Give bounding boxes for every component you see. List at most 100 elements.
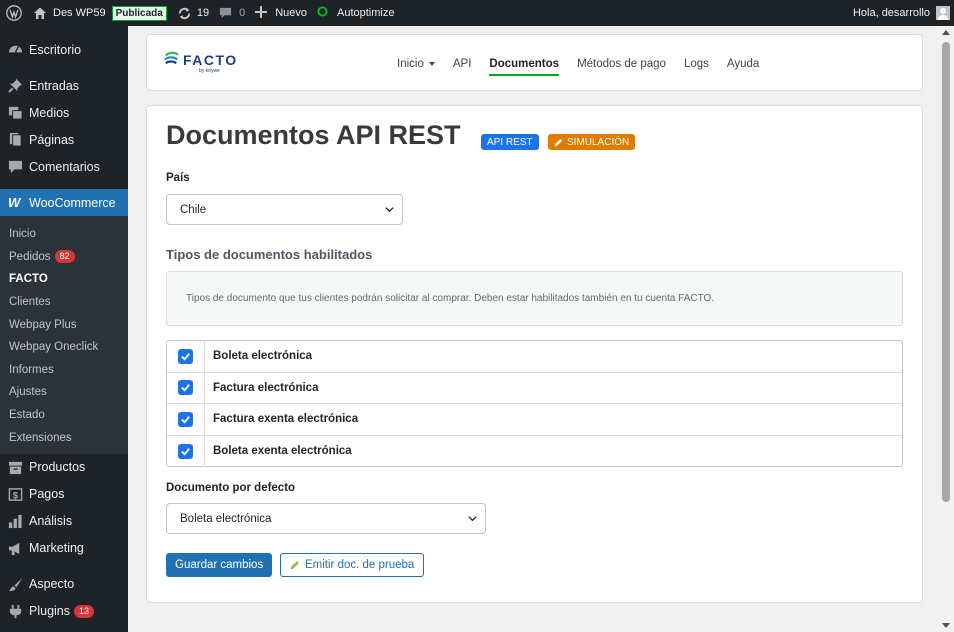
tab-inicio[interactable]: Inicio <box>388 35 444 92</box>
submenu-pedidos[interactable]: Pedidos 82 <box>0 246 128 269</box>
pais-select[interactable]: Chile <box>166 194 403 225</box>
submenu-estado[interactable]: Estado <box>0 404 128 427</box>
menu-comentarios[interactable]: Comentarios <box>0 153 128 180</box>
menu-entradas[interactable]: Entradas <box>0 72 128 99</box>
autoptimize-link[interactable]: Autoptimize <box>312 0 399 26</box>
user-account-link[interactable]: Hola, desarrollo <box>853 0 950 26</box>
new-label: Nuevo <box>275 7 307 19</box>
submenu-clientes[interactable]: Clientes <box>0 291 128 314</box>
plus-icon <box>255 5 270 21</box>
updates-icon <box>177 6 192 21</box>
logo-text: FACTO <box>183 51 238 68</box>
comments-link[interactable]: 0 <box>214 0 250 26</box>
svg-text:$: $ <box>12 490 18 500</box>
archive-icon <box>7 459 23 475</box>
page-title: Documentos API REST <box>166 120 461 150</box>
submenu-webpay-plus[interactable]: Webpay Plus <box>0 313 128 336</box>
svg-text:W: W <box>8 195 22 210</box>
pais-label: País <box>166 172 190 184</box>
save-button[interactable]: Guardar cambios <box>166 553 273 577</box>
site-name-link[interactable]: Des WP59 Publicada <box>28 0 172 26</box>
facto-navbar: FACTO by koywe Inicio API Documentos Mét… <box>146 34 923 91</box>
test-document-button[interactable]: Emitir doc. de prueba <box>280 553 425 577</box>
autoptimize-label: Autoptimize <box>337 7 395 19</box>
submenu-informes[interactable]: Informes <box>0 359 128 382</box>
document-label: Factura electrónica <box>213 381 319 394</box>
chevron-down-icon <box>468 516 477 522</box>
admin-sidebar: Escritorio Entradas Medios Páginas Comen… <box>0 26 128 632</box>
menu-productos[interactable]: Productos <box>0 454 128 481</box>
megaphone-icon <box>7 540 23 556</box>
list-item: Boleta exenta electrónica <box>167 435 902 467</box>
avatar <box>936 6 950 20</box>
home-icon <box>33 6 48 21</box>
menu-plugins[interactable]: Plugins 13 <box>0 598 128 625</box>
section-title: Tipos de documentos habilitados <box>166 247 373 262</box>
tab-logs[interactable]: Logs <box>675 35 718 92</box>
pages-icon <box>7 132 23 148</box>
submenu-ajustes[interactable]: Ajustes <box>0 381 128 404</box>
menu-marketing[interactable]: Marketing <box>0 535 128 562</box>
scroll-thumb[interactable] <box>942 42 950 502</box>
menu-medios[interactable]: Medios <box>0 99 128 126</box>
menu-woocommerce[interactable]: W WooCommerce <box>0 189 128 216</box>
factura-electronica-checkbox[interactable] <box>178 380 193 396</box>
menu-pagos[interactable]: $ Pagos <box>0 481 128 508</box>
submenu-facto[interactable]: FACTO <box>0 268 128 291</box>
boleta-exenta-checkbox[interactable] <box>178 443 193 459</box>
bar-chart-icon <box>7 513 23 529</box>
tab-metodos-de-pago[interactable]: Métodos de pago <box>568 35 675 92</box>
nav-tabs: Inicio API Documentos Métodos de pago Lo… <box>388 35 768 92</box>
tab-api[interactable]: API <box>444 35 481 92</box>
scroll-down-icon[interactable] <box>942 623 950 628</box>
facto-logo-icon <box>164 51 179 65</box>
checkmark-icon <box>181 384 190 392</box>
menu-analisis[interactable]: Análisis <box>0 508 128 535</box>
chevron-down-icon <box>385 207 394 213</box>
paintbrush-icon <box>7 576 23 592</box>
greeting: Hola, desarrollo <box>852 7 930 19</box>
checkmark-icon <box>181 415 190 424</box>
checkmark-icon <box>181 447 190 456</box>
plugins-count-badge: 13 <box>74 604 95 618</box>
dashboard-icon <box>7 42 23 58</box>
chevron-down-icon <box>428 61 435 66</box>
document-label: Boleta electrónica <box>213 350 313 363</box>
comments-icon <box>7 159 23 175</box>
menu-paginas[interactable]: Páginas <box>0 126 128 153</box>
pedidos-count-badge: 82 <box>54 250 75 264</box>
media-icon <box>7 105 23 121</box>
page-scrollbar[interactable] <box>938 26 954 632</box>
list-item: Boleta electrónica <box>167 341 902 373</box>
new-content-link[interactable]: Nuevo <box>250 0 312 26</box>
default-document-select[interactable]: Boleta electrónica <box>166 503 486 534</box>
comments-count: 0 <box>239 7 246 19</box>
submenu-extensiones[interactable]: Extensiones <box>0 426 128 449</box>
api-rest-badge: API REST <box>481 134 539 150</box>
logo-subtext: by koywe <box>199 68 220 74</box>
boleta-electronica-checkbox[interactable] <box>178 348 193 364</box>
plugin-icon <box>7 603 23 619</box>
submenu-webpay-oneclick[interactable]: Webpay Oneclick <box>0 336 128 359</box>
money-icon: $ <box>7 486 23 502</box>
pin-icon <box>7 78 23 94</box>
menu-aspecto[interactable]: Aspecto <box>0 571 128 598</box>
wordpress-logo-icon[interactable] <box>0 0 28 26</box>
main-content: FACTO by koywe Inicio API Documentos Mét… <box>128 26 938 632</box>
updates-link[interactable]: 19 <box>172 0 214 26</box>
tab-ayuda[interactable]: Ayuda <box>718 35 768 92</box>
factura-exenta-checkbox[interactable] <box>178 411 193 427</box>
facto-logo[interactable]: FACTO by koywe <box>163 51 238 74</box>
tab-documentos[interactable]: Documentos <box>480 35 568 92</box>
list-item: Factura electrónica <box>167 372 902 404</box>
submenu-inicio[interactable]: Inicio <box>0 223 128 246</box>
documents-settings-card: Documentos API REST API REST SIMULACIÓN … <box>146 105 923 603</box>
comment-bubble-icon <box>219 6 234 21</box>
updates-count: 19 <box>196 7 210 19</box>
info-box: Tipos de documento que tus clientes podr… <box>166 271 903 326</box>
scroll-up-icon[interactable] <box>942 30 950 35</box>
pencil-icon <box>291 561 299 569</box>
list-item: Factura exenta electrónica <box>167 404 902 436</box>
document-label: Factura exenta electrónica <box>213 413 359 426</box>
menu-escritorio[interactable]: Escritorio <box>0 36 128 63</box>
